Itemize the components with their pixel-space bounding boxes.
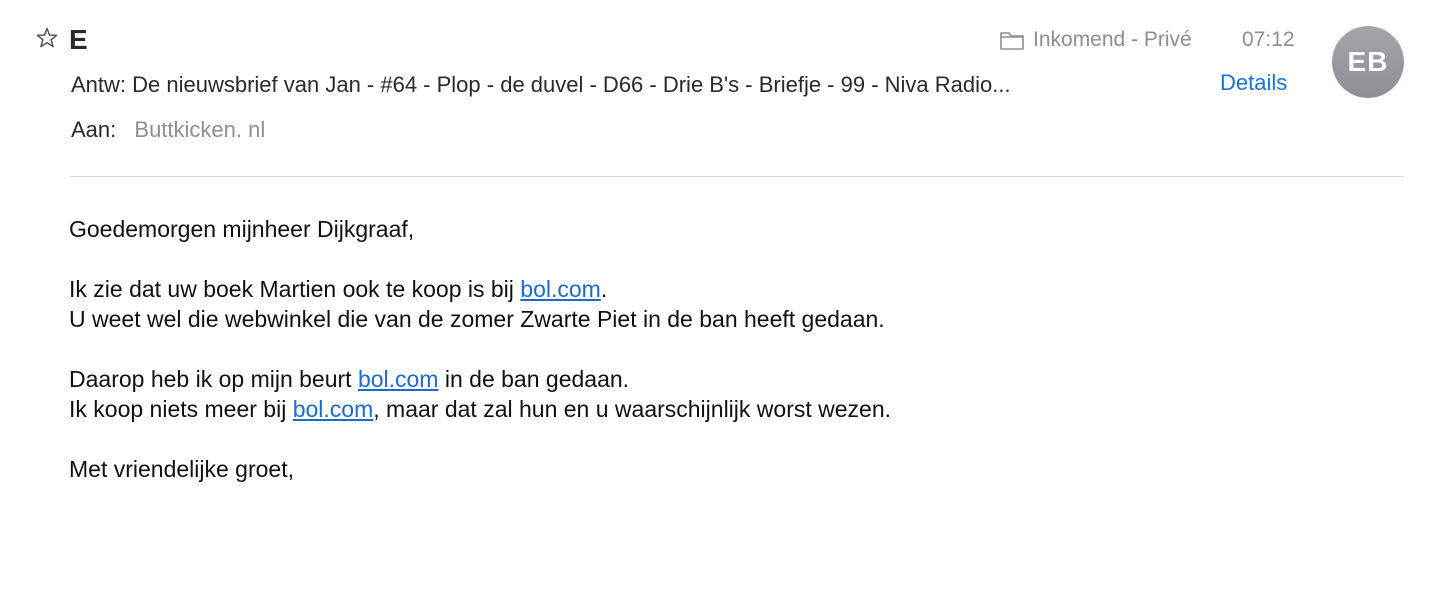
body-line: Daarop heb ik op mijn beurt bol.com in d… — [69, 364, 1399, 394]
to-label: Aan: — [71, 117, 117, 142]
bol-link[interactable]: bol.com — [520, 276, 601, 302]
body-text: , maar dat zal hun en u waarschijnlijk w… — [373, 396, 892, 422]
folder-icon — [999, 29, 1025, 51]
received-time: 07:12 — [1242, 28, 1295, 51]
recipient-name[interactable]: Buttkicken. nl — [134, 117, 265, 142]
closing: Met vriendelijke groet, — [69, 456, 294, 482]
sender-name: E — [69, 24, 88, 55]
mailbox-indicator[interactable]: Inkomend - Privé — [999, 28, 1192, 52]
email-subject: Antw: De nieuwsbrief van Jan - #64 - Plo… — [71, 72, 1011, 97]
body-text: Ik koop niets meer bij — [69, 396, 293, 422]
body-text: Daarop heb ik op mijn beurt — [69, 366, 358, 392]
greeting: Goedemorgen mijnheer Dijkgraaf, — [69, 216, 415, 242]
recipient-row: Aan: Buttkicken. nl — [71, 115, 265, 145]
avatar: EB — [1332, 26, 1404, 98]
details-button[interactable]: Details — [1220, 68, 1287, 98]
body-line: U weet wel die webwinkel die van de zome… — [69, 306, 885, 332]
mailbox-label: Inkomend - Privé — [1033, 28, 1192, 51]
body-line: Ik koop niets meer bij bol.com, maar dat… — [69, 394, 1399, 424]
bol-link[interactable]: bol.com — [358, 366, 439, 392]
star-icon[interactable] — [33, 24, 61, 52]
bol-link[interactable]: bol.com — [293, 396, 374, 422]
body-text: . — [600, 276, 608, 302]
body-line: Ik zie dat uw boek Martien ook te koop i… — [69, 274, 1399, 304]
body-text: Ik zie dat uw boek Martien ook te koop i… — [69, 276, 521, 302]
body-text: in de ban gedaan. — [438, 366, 630, 392]
header-divider — [70, 176, 1404, 177]
email-view: E Inkomend - Privé 07:12 EB Antw: De nie… — [0, 0, 1450, 612]
email-body: Goedemorgen mijnheer Dijkgraaf, Ik zie d… — [69, 214, 1399, 484]
